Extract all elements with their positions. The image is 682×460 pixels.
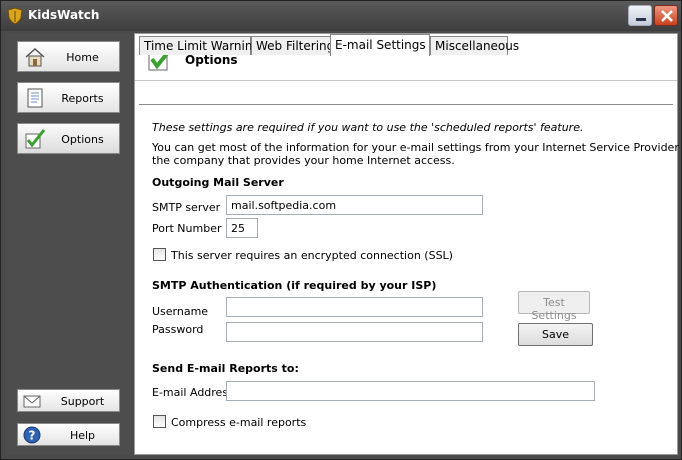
port-number-input[interactable] [226, 218, 258, 238]
compress-checkbox[interactable] [153, 415, 166, 428]
email-address-input[interactable] [226, 381, 595, 401]
address-label: E-mail Address [152, 386, 234, 399]
compress-label: Compress e-mail reports [171, 416, 307, 429]
test-settings-button[interactable]: Test Settings [518, 291, 590, 322]
sidebar-item-label: Reports [61, 92, 104, 105]
title-bar[interactable]: KidsWatch [1, 1, 681, 31]
smtp-label: SMTP server [152, 201, 221, 214]
save-button[interactable]: Save [518, 323, 593, 346]
svg-text:?: ? [29, 429, 36, 443]
ssl-checkbox[interactable] [153, 248, 166, 261]
sidebar-item-home[interactable]: Home [17, 41, 120, 72]
intro-text: the company that provides your home Inte… [152, 154, 455, 167]
sidebar-item-label: Home [66, 51, 99, 64]
document-icon [27, 88, 43, 108]
close-button[interactable] [654, 5, 678, 26]
help-icon: ? [23, 426, 41, 444]
tab-miscellaneous[interactable]: Miscellaneous [430, 36, 519, 55]
shield-icon [7, 7, 23, 25]
password-input[interactable] [226, 322, 483, 342]
home-icon [25, 47, 45, 67]
tab-email-settings[interactable]: E-mail Settings [330, 34, 430, 56]
tab-web-filtering[interactable]: Web Filtering [251, 36, 334, 55]
username-label: Username [152, 305, 209, 318]
intro-note: These settings are required if you want … [152, 121, 584, 134]
send-heading: Send E-mail Reports to: [152, 362, 299, 375]
sidebar-item-help[interactable]: ? Help [17, 423, 120, 446]
sidebar-item-label: Support [60, 395, 105, 408]
port-label: Port Number [152, 222, 222, 235]
sidebar: Home Reports Options Support ? Help [7, 33, 131, 455]
page-title: Options [185, 53, 238, 67]
smtp-server-input[interactable] [226, 195, 483, 215]
window-title: KidsWatch [28, 8, 100, 22]
close-icon [661, 10, 673, 22]
tab-time-limit-warning[interactable]: Time Limit Warning [139, 36, 260, 55]
app-window: KidsWatch Home Reports Options Support ?… [0, 0, 682, 460]
tab-divider [139, 104, 673, 105]
password-label: Password [152, 323, 204, 336]
sidebar-item-label: Options [61, 133, 104, 146]
ssl-label: This server requires an encrypted connec… [171, 249, 453, 262]
auth-heading: SMTP Authentication (if required by your… [152, 279, 437, 292]
outgoing-heading: Outgoing Mail Server [152, 176, 284, 189]
sidebar-item-label: Help [69, 429, 96, 442]
options-panel: Options Time Limit Warning Web Filtering… [134, 33, 682, 455]
envelope-icon [23, 395, 41, 408]
sidebar-item-reports[interactable]: Reports [17, 82, 120, 113]
minimize-icon [636, 18, 646, 21]
sidebar-item-support[interactable]: Support [17, 389, 120, 412]
checkmark-icon [25, 129, 46, 149]
minimize-button[interactable] [628, 5, 652, 26]
intro-text: You can get most of the information for … [152, 141, 682, 154]
sidebar-item-options[interactable]: Options [17, 123, 120, 154]
username-input[interactable] [226, 297, 483, 317]
divider [135, 80, 677, 81]
